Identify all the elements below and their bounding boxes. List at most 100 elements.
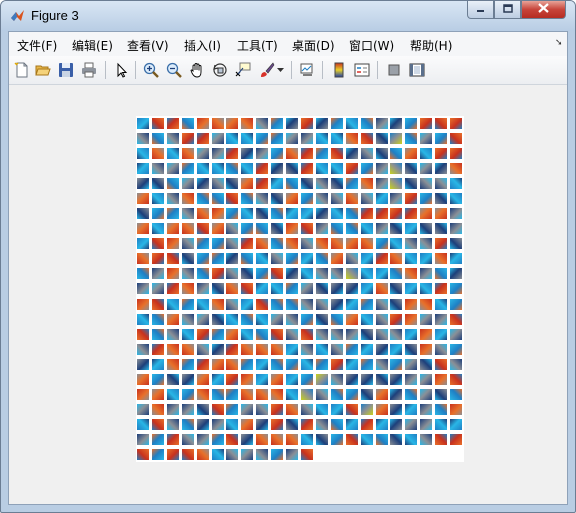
menu-help[interactable]: 帮助(H) <box>410 37 452 54</box>
filter-tile <box>256 283 269 295</box>
filter-tile <box>420 223 433 235</box>
filter-tile <box>256 328 269 340</box>
menu-desktop[interactable]: 桌面(D) <box>292 37 335 54</box>
filter-tile <box>166 373 179 385</box>
minimize-icon <box>476 3 485 16</box>
image-montage-axes[interactable] <box>136 116 464 462</box>
data-cursor-icon[interactable] <box>233 60 253 80</box>
filter-tile <box>450 253 463 265</box>
filter-tile <box>241 343 254 355</box>
filter-tile <box>286 418 299 430</box>
close-button[interactable] <box>521 1 566 19</box>
filter-tile <box>450 388 463 400</box>
colorbar-icon[interactable] <box>329 60 349 80</box>
filter-tile <box>330 178 343 190</box>
filter-tile <box>211 163 224 175</box>
menu-edit[interactable]: 编辑(E) <box>72 37 113 54</box>
menu-view[interactable]: 查看(V) <box>127 37 169 54</box>
filter-tile <box>196 253 209 265</box>
filter-tile <box>151 298 164 310</box>
filter-tile <box>196 223 209 235</box>
filter-tile <box>345 238 358 250</box>
filter-tile <box>211 358 224 370</box>
filter-tile <box>360 253 373 265</box>
filter-tile <box>271 328 284 340</box>
filter-tile <box>330 388 343 400</box>
menu-insert[interactable]: 插入(I) <box>184 37 221 54</box>
legend-icon[interactable] <box>352 60 372 80</box>
filter-tile <box>166 118 179 129</box>
filter-tile <box>420 433 433 445</box>
filter-tile <box>137 118 149 129</box>
filter-tile <box>151 133 164 145</box>
filter-tile <box>345 268 358 280</box>
filter-tile <box>166 448 179 460</box>
edit-plot-arrow-icon[interactable] <box>111 60 131 80</box>
filter-tile <box>137 163 149 175</box>
filter-tile <box>330 148 343 160</box>
open-file-icon[interactable] <box>33 60 53 80</box>
filter-tile <box>286 433 299 445</box>
filter-tile <box>286 208 299 220</box>
zoom-in-icon[interactable] <box>141 60 161 80</box>
filter-tile <box>196 358 209 370</box>
filter-tile <box>256 403 269 415</box>
new-figure-icon[interactable] <box>12 60 32 80</box>
rotate-3d-icon[interactable] <box>210 60 230 80</box>
filter-tile <box>420 193 433 205</box>
filter-tile <box>181 238 194 250</box>
menu-file[interactable]: 文件(F) <box>17 37 57 54</box>
filter-tile <box>211 238 224 250</box>
filter-tile <box>286 298 299 310</box>
save-icon[interactable] <box>56 60 76 80</box>
filter-tile <box>166 328 179 340</box>
filter-tile <box>271 238 284 250</box>
filter-tile <box>315 328 328 340</box>
filter-tile <box>166 418 179 430</box>
dock-arrow-icon[interactable]: ➘ <box>555 38 563 48</box>
print-icon[interactable] <box>79 60 99 80</box>
maximize-button[interactable] <box>494 1 521 19</box>
filter-tile <box>256 358 269 370</box>
filter-tile <box>405 133 418 145</box>
filter-tile <box>420 238 433 250</box>
filter-tile <box>301 208 313 220</box>
filter-tile <box>450 208 463 220</box>
filter-tile <box>315 433 328 445</box>
filter-tile <box>286 283 299 295</box>
filter-tile <box>181 283 194 295</box>
filter-tile <box>196 373 209 385</box>
minimize-button[interactable] <box>467 1 494 19</box>
filter-tile <box>211 208 224 220</box>
filter-tile <box>226 193 239 205</box>
menu-tools[interactable]: 工具(T) <box>237 37 278 54</box>
filter-tile <box>271 253 284 265</box>
filter-tile <box>390 313 403 325</box>
hide-plot-tools-icon[interactable] <box>384 60 404 80</box>
filter-tile <box>256 433 269 445</box>
toolbar-separator <box>135 61 136 79</box>
filter-tile <box>196 133 209 145</box>
menu-window[interactable]: 窗口(W) <box>349 37 394 54</box>
brush-icon[interactable] <box>257 60 277 80</box>
filter-tile <box>226 373 239 385</box>
filter-tile <box>435 298 448 310</box>
filter-tile <box>241 193 254 205</box>
filter-tile <box>301 298 313 310</box>
brush-dropdown-icon[interactable] <box>275 60 285 80</box>
filter-tile <box>375 178 388 190</box>
filter-tile <box>315 238 328 250</box>
link-plot-icon[interactable] <box>297 60 317 80</box>
filter-tile <box>315 148 328 160</box>
show-plot-tools-icon[interactable] <box>407 60 427 80</box>
filter-tile <box>315 283 328 295</box>
filter-tile <box>211 118 224 129</box>
pan-hand-icon[interactable] <box>187 60 207 80</box>
title-bar[interactable]: Figure 3 <box>1 1 575 31</box>
filter-tile <box>420 208 433 220</box>
filter-tile <box>241 403 254 415</box>
filter-tile <box>375 358 388 370</box>
filter-tile <box>375 403 388 415</box>
zoom-out-icon[interactable] <box>164 60 184 80</box>
filter-tile <box>375 283 388 295</box>
